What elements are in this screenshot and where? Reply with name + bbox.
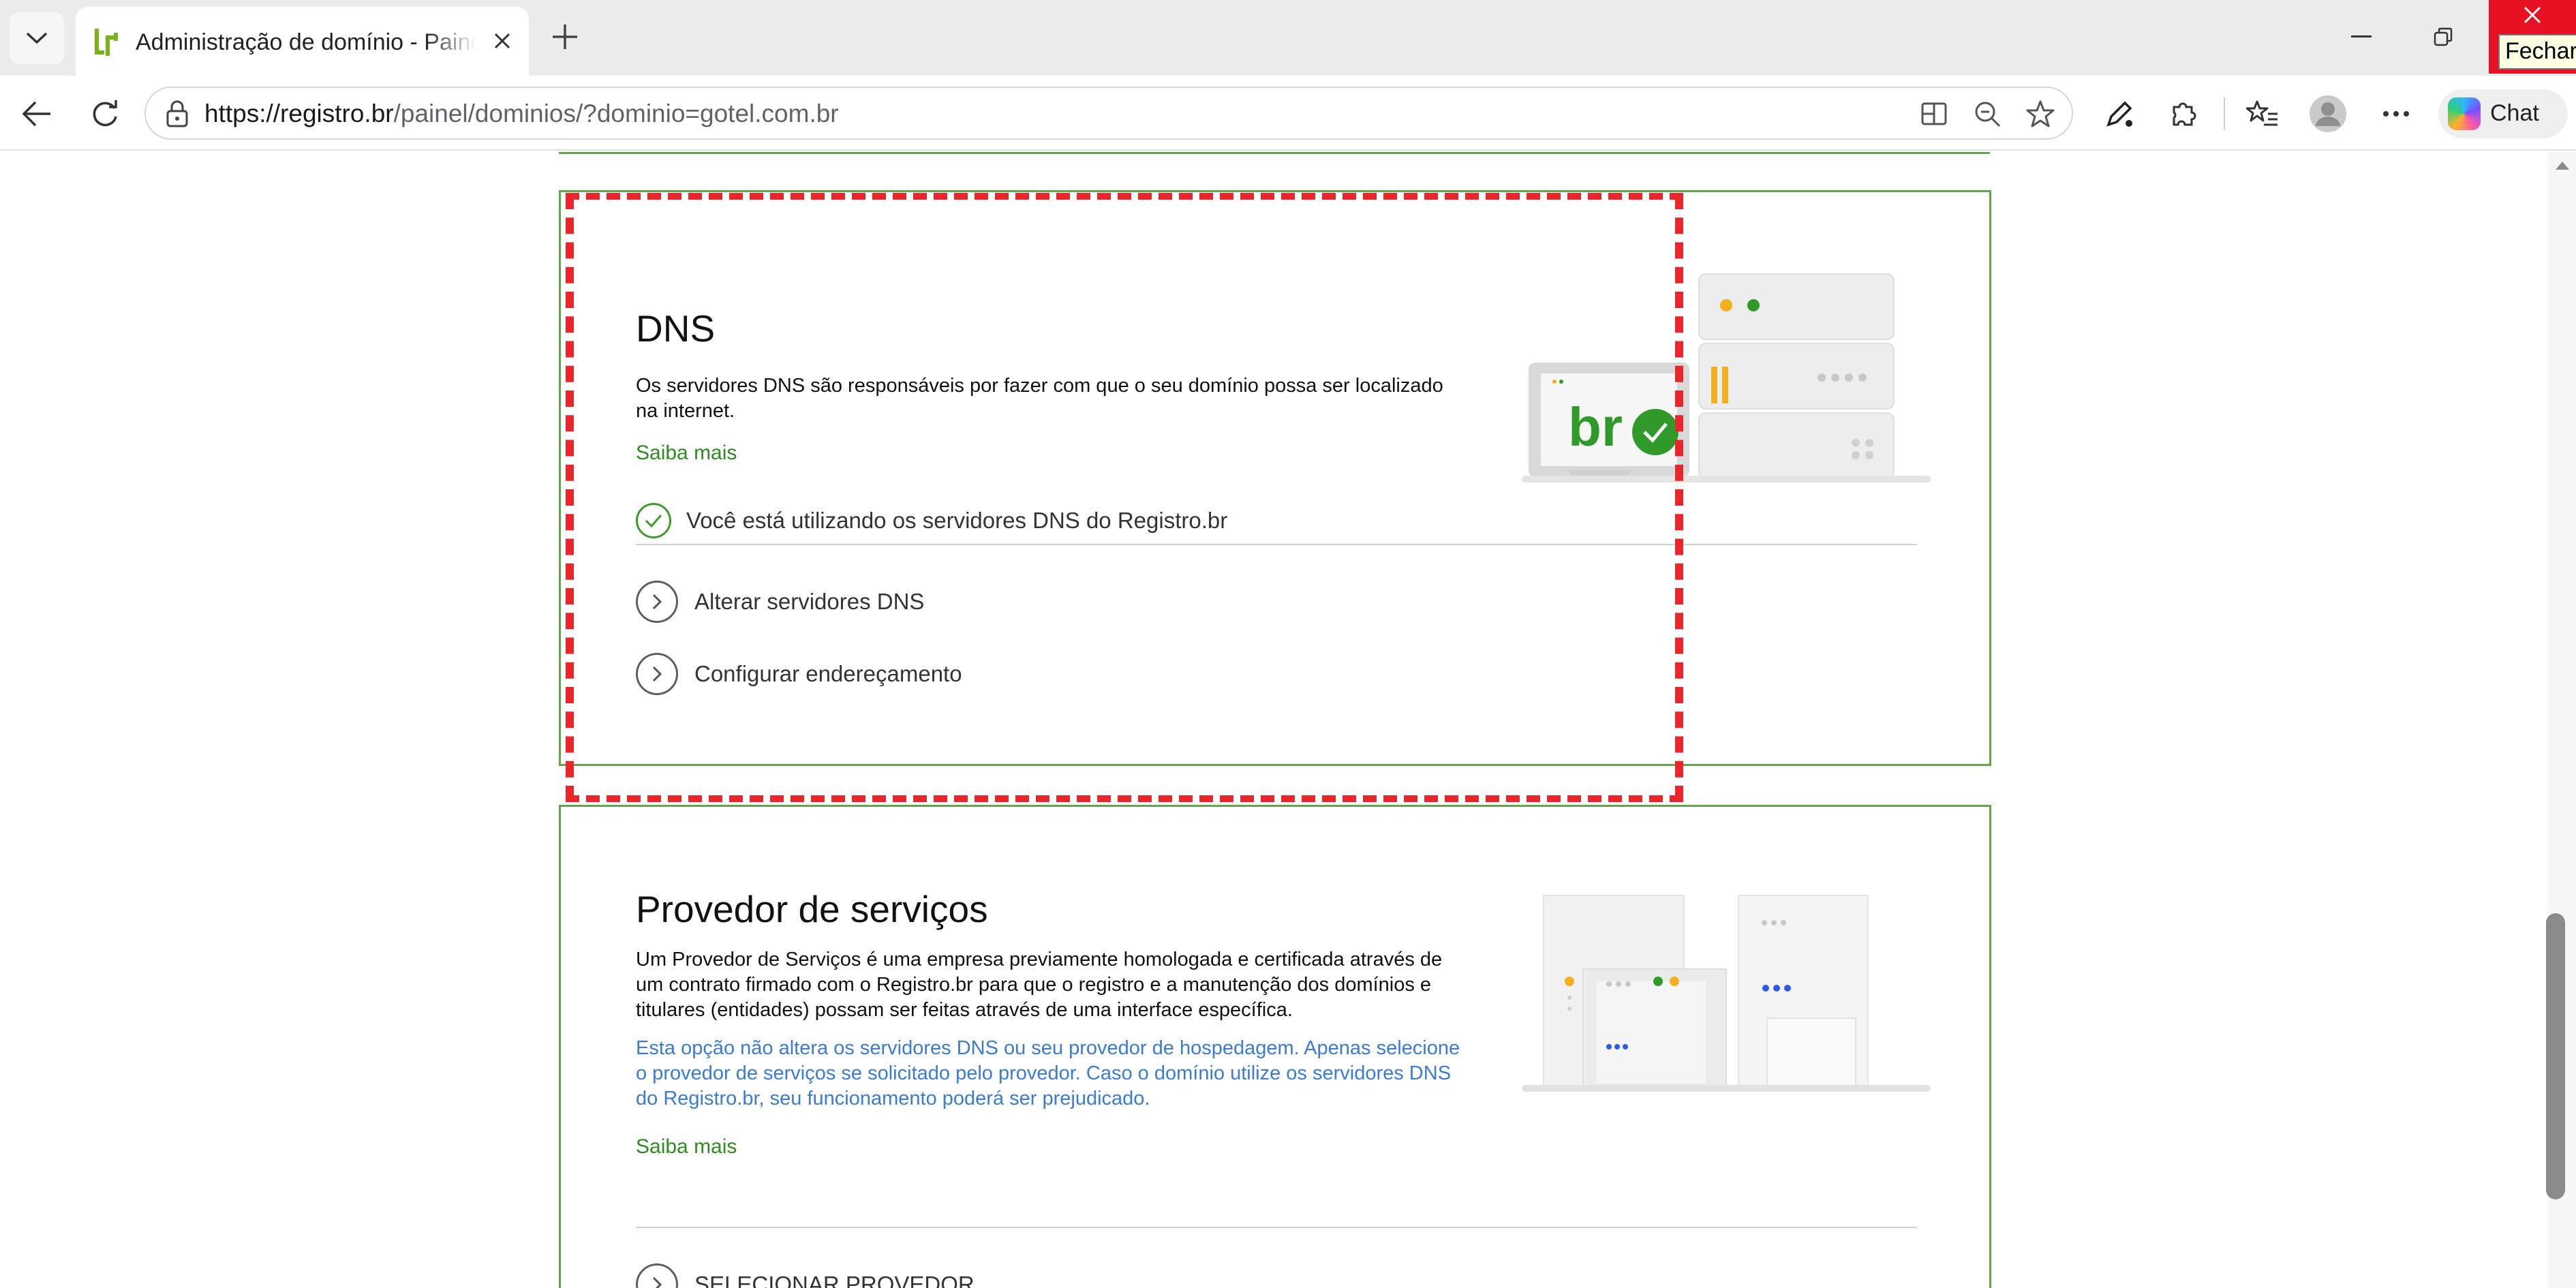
registro-br-favicon <box>95 29 118 56</box>
scrollbar-thumb[interactable] <box>2546 913 2565 1199</box>
action-label: Alterar servidores DNS <box>694 589 925 614</box>
close-tooltip: Fechar <box>2498 34 2576 70</box>
url-text: https://registro.br/painel/dominios/?dom… <box>204 99 839 128</box>
tab-bar: Administração de domínio - Painel Fechar <box>0 0 2576 76</box>
dns-divider <box>636 544 1917 545</box>
action-label: SELECIONAR PROVEDOR <box>694 1272 975 1288</box>
dns-status-text: Você está utilizando os servidores DNS d… <box>686 508 1228 533</box>
close-icon <box>494 33 510 49</box>
chevron-right-icon <box>636 653 678 695</box>
scroll-up-button[interactable] <box>2549 152 2576 179</box>
favorites-list-icon <box>2246 100 2278 126</box>
puzzle-icon <box>2173 102 2196 126</box>
profile-button[interactable] <box>2309 95 2347 133</box>
tab-close-button[interactable] <box>483 22 521 60</box>
provider-servers-illustration <box>1522 895 1931 1092</box>
chevron-right-icon <box>636 581 678 623</box>
close-icon <box>2524 6 2541 24</box>
dns-servers-illustration: br <box>1522 273 1931 482</box>
previous-card-border <box>559 152 1990 154</box>
star-icon <box>2026 100 2055 127</box>
dns-saiba-mais-link[interactable]: Saiba mais <box>636 442 737 465</box>
chevron-down-icon <box>26 32 48 44</box>
restore-icon <box>2434 27 2453 46</box>
dns-card: DNS Os servidores DNS são responsáveis p… <box>559 190 1991 766</box>
dns-title: DNS <box>636 307 716 350</box>
draw-button[interactable] <box>2100 95 2138 133</box>
arrow-left-icon <box>22 101 50 127</box>
settings-menu-button[interactable] <box>2377 95 2415 133</box>
active-tab[interactable]: Administração de domínio - Painel <box>76 7 529 76</box>
favorites-button[interactable] <box>2243 95 2282 133</box>
back-button[interactable] <box>15 92 59 136</box>
chat-label: Chat <box>2490 100 2539 126</box>
extensions-button[interactable] <box>2164 95 2203 133</box>
provider-title: Provedor de serviços <box>636 888 988 930</box>
dns-description: Os servidores DNS são responsáveis por f… <box>636 375 1443 422</box>
provider-warning-note: Esta opção não altera os servidores DNS … <box>636 1037 1460 1109</box>
zoom-button[interactable] <box>1971 97 2004 130</box>
minimize-icon <box>2351 35 2372 37</box>
restore-button[interactable] <box>2412 15 2474 59</box>
provider-description: Um Provedor de Serviços é uma empresa pr… <box>636 949 1443 1021</box>
reload-icon <box>93 100 117 127</box>
action-label: Configurar endereçamento <box>694 661 962 686</box>
url-host: https://registro.br <box>204 99 394 127</box>
chevron-right-icon <box>636 1263 678 1288</box>
new-tab-button[interactable] <box>543 15 587 59</box>
more-horizontal-icon <box>2383 111 2409 117</box>
br-logo-text: br <box>1568 397 1623 457</box>
alterar-servidores-dns-link[interactable]: Alterar servidores DNS <box>636 581 924 623</box>
triangle-up-icon <box>2556 162 2569 170</box>
page-viewport: DNS Os servidores DNS são responsáveis p… <box>0 152 2549 1288</box>
split-screen-button[interactable] <box>1918 97 1950 130</box>
tab-title: Administração de domínio - Painel <box>136 29 476 55</box>
dns-status: Você está utilizando os servidores DNS d… <box>636 503 1227 538</box>
copilot-icon <box>2448 97 2481 130</box>
provider-card: Provedor de serviços Um Provedor de Serv… <box>559 805 1991 1288</box>
minimize-button[interactable] <box>2331 15 2392 59</box>
provider-saiba-mais-link[interactable]: Saiba mais <box>636 1135 737 1159</box>
toolbar-separator <box>2224 97 2225 130</box>
zoom-out-icon <box>1975 102 2001 127</box>
url-path: /painel/dominios/?dominio=gotel.com.br <box>393 99 839 127</box>
reload-button[interactable] <box>83 92 127 136</box>
tab-list-dropdown-button[interactable] <box>10 12 64 64</box>
avatar-icon <box>2310 95 2346 132</box>
address-bar-row: https://registro.br/painel/dominios/?dom… <box>0 76 2576 151</box>
copilot-chat-button[interactable]: Chat <box>2438 89 2568 138</box>
favorite-star-button[interactable] <box>2024 97 2057 130</box>
check-circle-icon <box>636 503 671 538</box>
url-bar[interactable]: https://registro.br/painel/dominios/?dom… <box>144 87 2073 140</box>
pen-icon <box>2106 101 2132 127</box>
selecionar-provedor-link[interactable]: SELECIONAR PROVEDOR <box>636 1263 975 1288</box>
provider-divider <box>636 1227 1917 1228</box>
plus-icon <box>553 25 577 49</box>
split-screen-icon <box>1921 102 1947 125</box>
configurar-enderecamento-link[interactable]: Configurar endereçamento <box>636 653 962 695</box>
site-info-icon[interactable] <box>165 100 189 127</box>
